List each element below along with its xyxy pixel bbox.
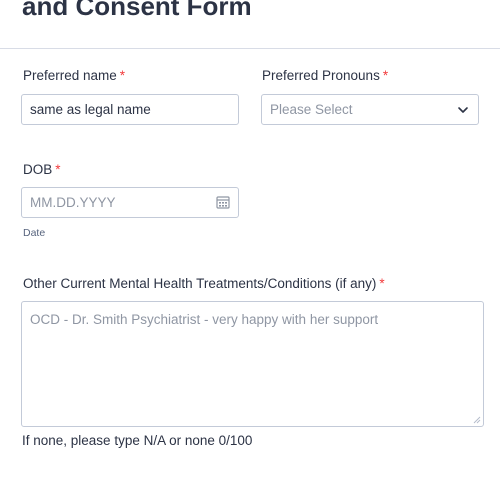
dob-label-text: DOB: [23, 162, 53, 177]
header-divider: [0, 48, 500, 49]
preferred-pronouns-placeholder: Please Select: [270, 102, 353, 117]
preferred-pronouns-select[interactable]: Please Select: [261, 94, 479, 125]
preferred-name-value: same as legal name: [30, 102, 151, 117]
preferred-pronouns-label: Preferred Pronouns *: [262, 67, 388, 85]
resize-handle-icon[interactable]: [473, 416, 481, 424]
preferred-name-input[interactable]: same as legal name: [21, 94, 239, 125]
calendar-icon[interactable]: [216, 195, 230, 209]
form-page: and Consent Form Preferred name * same as…: [0, 0, 500, 484]
required-mark: *: [119, 68, 126, 83]
treatments-helper-text: If none, please type N/A or none 0/100: [22, 433, 253, 448]
required-mark: *: [382, 68, 389, 83]
preferred-name-label-text: Preferred name: [23, 68, 117, 83]
required-mark: *: [55, 162, 61, 177]
treatments-textarea[interactable]: OCD - Dr. Smith Psychiatrist - very happ…: [21, 301, 484, 427]
dob-placeholder: MM.DD.YYYY: [30, 195, 116, 210]
preferred-name-label: Preferred name *: [23, 67, 125, 85]
required-mark: *: [379, 276, 385, 291]
chevron-down-icon: [458, 107, 468, 113]
dob-input[interactable]: MM.DD.YYYY: [21, 187, 239, 218]
preferred-pronouns-label-text: Preferred Pronouns: [262, 68, 380, 83]
treatments-label-text: Other Current Mental Health Treatments/C…: [23, 276, 377, 291]
form-title: and Consent Form: [22, 0, 252, 21]
treatments-label: Other Current Mental Health Treatments/C…: [23, 275, 385, 293]
dob-sublabel: Date: [23, 227, 46, 239]
treatments-placeholder: OCD - Dr. Smith Psychiatrist - very happ…: [30, 312, 379, 327]
dob-label: DOB *: [23, 161, 61, 179]
